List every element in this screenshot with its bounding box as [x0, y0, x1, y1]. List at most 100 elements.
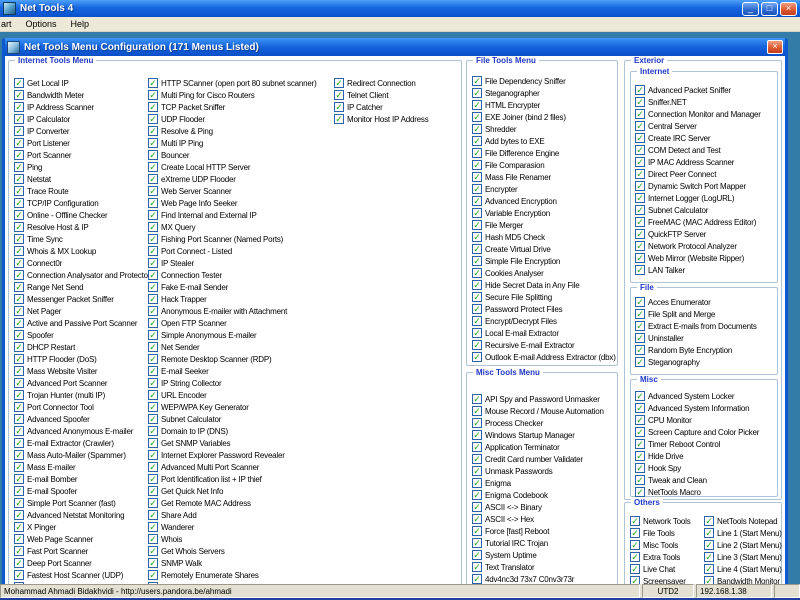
- menu-checkbox-row[interactable]: ✓ Get SNMP Variables: [148, 437, 334, 449]
- menu-checkbox-row[interactable]: ✓ IP Converter: [14, 125, 154, 137]
- menu-checkbox-row[interactable]: ✓ File Comparasion: [472, 159, 616, 171]
- checkbox-checked-icon[interactable]: ✓: [14, 462, 24, 472]
- menu-checkbox-row[interactable]: ✓ X Pinger: [14, 521, 154, 533]
- menu-checkbox-row[interactable]: ✓ Share Add: [148, 509, 334, 521]
- menu-checkbox-row[interactable]: ✓ Advanced Packet Sniffer: [635, 84, 775, 96]
- menu-checkbox-row[interactable]: ✓ Mass File Renamer: [472, 171, 616, 183]
- menu-checkbox-row[interactable]: ✓ Text Translator: [472, 561, 616, 573]
- menu-checkbox-row[interactable]: ✓ Simple Anonymous E-mailer: [148, 329, 334, 341]
- checkbox-checked-icon[interactable]: ✓: [14, 474, 24, 484]
- checkbox-checked-icon[interactable]: ✓: [472, 514, 482, 524]
- menu-checkbox-row[interactable]: ✓ API Spy and Password Unmasker: [472, 393, 616, 405]
- checkbox-checked-icon[interactable]: ✓: [148, 126, 158, 136]
- menu-checkbox-row[interactable]: ✓ Internet Logger (LogURL): [635, 192, 775, 204]
- checkbox-checked-icon[interactable]: ✓: [472, 172, 482, 182]
- menu-checkbox-row[interactable]: ✓ Domain to IP (DNS): [148, 425, 334, 437]
- menu-checkbox-row[interactable]: ✓ Port Listener: [14, 137, 154, 149]
- menu-checkbox-row[interactable]: ✓ HTML Encrypter: [472, 99, 616, 111]
- checkbox-checked-icon[interactable]: ✓: [148, 198, 158, 208]
- checkbox-checked-icon[interactable]: ✓: [14, 510, 24, 520]
- checkbox-checked-icon[interactable]: ✓: [14, 486, 24, 496]
- menu-checkbox-row[interactable]: ✓ Misc Tools: [630, 539, 702, 551]
- checkbox-checked-icon[interactable]: ✓: [14, 546, 24, 556]
- menu-checkbox-row[interactable]: ✓ Subnet Calculator: [635, 204, 775, 216]
- menu-item-start[interactable]: art: [0, 19, 19, 29]
- menu-checkbox-row[interactable]: ✓ Net Sender: [148, 341, 334, 353]
- menu-checkbox-row[interactable]: ✓ ASCII <-> Binary: [472, 501, 616, 513]
- menu-checkbox-row[interactable]: ✓ File Merger: [472, 219, 616, 231]
- checkbox-checked-icon[interactable]: ✓: [472, 562, 482, 572]
- checkbox-checked-icon[interactable]: ✓: [14, 126, 24, 136]
- checkbox-checked-icon[interactable]: ✓: [472, 430, 482, 440]
- menu-checkbox-row[interactable]: ✓ Unmask Passwords: [472, 465, 616, 477]
- checkbox-checked-icon[interactable]: ✓: [148, 294, 158, 304]
- menu-checkbox-row[interactable]: ✓ IP Address Scanner: [14, 101, 154, 113]
- checkbox-checked-icon[interactable]: ✓: [635, 253, 645, 263]
- menu-checkbox-row[interactable]: ✓ Encrypter: [472, 183, 616, 195]
- menu-checkbox-row[interactable]: ✓ Find Internal and External IP: [148, 209, 334, 221]
- menu-checkbox-row[interactable]: ✓ Steganographer: [472, 87, 616, 99]
- menu-checkbox-row[interactable]: ✓ IP MAC Address Scanner: [635, 156, 775, 168]
- checkbox-checked-icon[interactable]: ✓: [148, 522, 158, 532]
- checkbox-checked-icon[interactable]: ✓: [148, 558, 158, 568]
- checkbox-checked-icon[interactable]: ✓: [334, 78, 344, 88]
- checkbox-checked-icon[interactable]: ✓: [472, 136, 482, 146]
- checkbox-checked-icon[interactable]: ✓: [472, 124, 482, 134]
- menu-checkbox-row[interactable]: ✓ WEP/WPA Key Generator: [148, 401, 334, 413]
- menu-checkbox-row[interactable]: ✓ Random Byte Encryption: [635, 344, 775, 356]
- menu-checkbox-row[interactable]: ✓ DHCP Restart: [14, 341, 154, 353]
- checkbox-checked-icon[interactable]: ✓: [148, 474, 158, 484]
- checkbox-checked-icon[interactable]: ✓: [635, 321, 645, 331]
- checkbox-checked-icon[interactable]: ✓: [14, 210, 24, 220]
- checkbox-checked-icon[interactable]: ✓: [472, 418, 482, 428]
- checkbox-checked-icon[interactable]: ✓: [472, 316, 482, 326]
- checkbox-checked-icon[interactable]: ✓: [635, 475, 645, 485]
- menu-checkbox-row[interactable]: ✓ CPU Monitor: [635, 414, 775, 426]
- checkbox-checked-icon[interactable]: ✓: [635, 297, 645, 307]
- menu-checkbox-row[interactable]: ✓ Advanced System Locker: [635, 390, 775, 402]
- checkbox-checked-icon[interactable]: ✓: [472, 292, 482, 302]
- checkbox-checked-icon[interactable]: ✓: [472, 196, 482, 206]
- checkbox-checked-icon[interactable]: ✓: [635, 145, 645, 155]
- menu-checkbox-row[interactable]: ✓ Connect0r: [14, 257, 154, 269]
- menu-checkbox-row[interactable]: ✓ Line 3 (Start Menu): [704, 551, 782, 563]
- menu-checkbox-row[interactable]: ✓ Local E-mail Extractor: [472, 327, 616, 339]
- checkbox-checked-icon[interactable]: ✓: [635, 265, 645, 275]
- checkbox-checked-icon[interactable]: ✓: [472, 454, 482, 464]
- menu-checkbox-row[interactable]: ✓ File Tools: [630, 527, 702, 539]
- checkbox-checked-icon[interactable]: ✓: [472, 148, 482, 158]
- checkbox-checked-icon[interactable]: ✓: [472, 256, 482, 266]
- checkbox-checked-icon[interactable]: ✓: [14, 90, 24, 100]
- menu-checkbox-row[interactable]: ✓ Fishing Port Scanner (Named Ports): [148, 233, 334, 245]
- menu-checkbox-row[interactable]: ✓ Connection Tester: [148, 269, 334, 281]
- checkbox-checked-icon[interactable]: ✓: [148, 150, 158, 160]
- checkbox-checked-icon[interactable]: ✓: [704, 516, 714, 526]
- menu-checkbox-row[interactable]: ✓ HTTP SCanner (open port 80 subnet scann…: [148, 77, 334, 89]
- checkbox-checked-icon[interactable]: ✓: [14, 246, 24, 256]
- checkbox-checked-icon[interactable]: ✓: [635, 309, 645, 319]
- menu-checkbox-row[interactable]: ✓ EXE Joiner (bind 2 files): [472, 111, 616, 123]
- checkbox-checked-icon[interactable]: ✓: [148, 282, 158, 292]
- checkbox-checked-icon[interactable]: ✓: [472, 340, 482, 350]
- checkbox-checked-icon[interactable]: ✓: [334, 90, 344, 100]
- menu-checkbox-row[interactable]: ✓ Ping: [14, 161, 154, 173]
- checkbox-checked-icon[interactable]: ✓: [630, 564, 640, 574]
- checkbox-checked-icon[interactable]: ✓: [472, 100, 482, 110]
- menu-checkbox-row[interactable]: ✓ Process Checker: [472, 417, 616, 429]
- checkbox-checked-icon[interactable]: ✓: [472, 490, 482, 500]
- checkbox-checked-icon[interactable]: ✓: [635, 181, 645, 191]
- menu-checkbox-row[interactable]: ✓ Web Mirror (Website Ripper): [635, 252, 775, 264]
- menu-checkbox-row[interactable]: ✓ File Split and Merge: [635, 308, 775, 320]
- menu-checkbox-row[interactable]: ✓ Whois & MX Lookup: [14, 245, 154, 257]
- checkbox-checked-icon[interactable]: ✓: [472, 478, 482, 488]
- checkbox-checked-icon[interactable]: ✓: [14, 294, 24, 304]
- menu-checkbox-row[interactable]: ✓ UDP Flooder: [148, 113, 334, 125]
- menu-checkbox-row[interactable]: ✓ Advanced Port Scanner: [14, 377, 154, 389]
- menu-checkbox-row[interactable]: ✓ System Uptime: [472, 549, 616, 561]
- checkbox-checked-icon[interactable]: ✓: [472, 574, 482, 584]
- menu-checkbox-row[interactable]: ✓ Deep Port Scanner: [14, 557, 154, 569]
- checkbox-checked-icon[interactable]: ✓: [14, 198, 24, 208]
- checkbox-checked-icon[interactable]: ✓: [635, 403, 645, 413]
- checkbox-checked-icon[interactable]: ✓: [148, 306, 158, 316]
- checkbox-checked-icon[interactable]: ✓: [14, 138, 24, 148]
